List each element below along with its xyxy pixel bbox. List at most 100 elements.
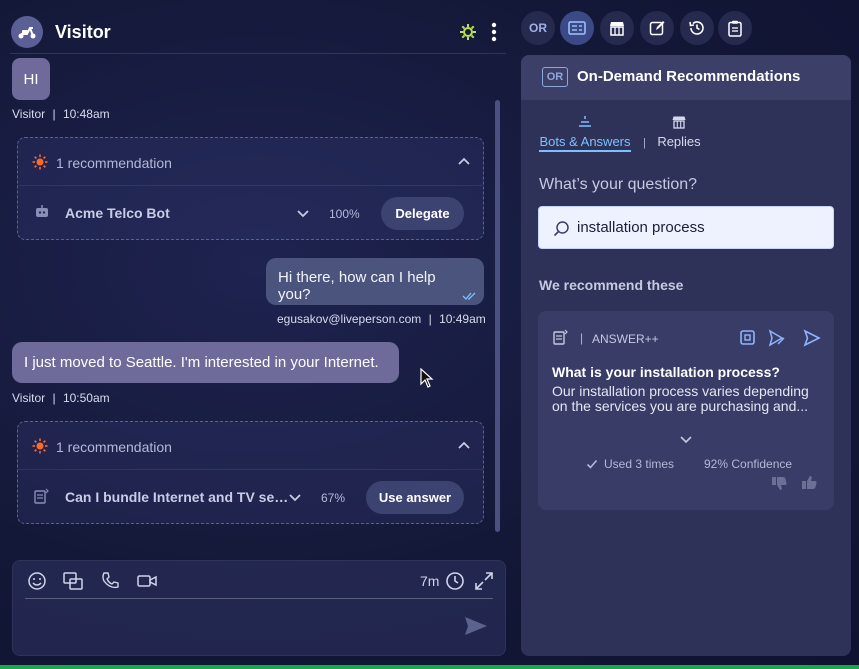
meta-time: 10:50am <box>62 391 110 405</box>
tool-clipboard[interactable] <box>718 11 752 45</box>
meta-separator: | <box>52 391 56 405</box>
tab-label: Replies <box>657 134 701 149</box>
delegate-button[interactable]: Delegate <box>381 197 464 230</box>
clock-icon[interactable] <box>445 571 465 591</box>
recommendation-item: Can I bundle Internet and TV services? 6… <box>18 470 483 525</box>
tool-agent-workspace[interactable] <box>560 11 594 45</box>
answer-body: Our installation process varies dependin… <box>552 384 809 414</box>
composer-divider <box>25 598 493 599</box>
chat-header: Visitor <box>10 14 506 54</box>
send-icon[interactable] <box>463 615 489 637</box>
answer-confidence: 92% Confidence <box>704 457 793 471</box>
answer-icon <box>553 329 568 345</box>
answer-card: | ANSWER++ What is your installation pro… <box>538 311 834 510</box>
recommendation-item-title: Can I bundle Internet and TV services? <box>65 489 291 505</box>
bot-icon <box>36 205 48 217</box>
tool-notes[interactable] <box>640 11 674 45</box>
storefront-icon <box>610 22 624 36</box>
history-icon <box>689 21 704 35</box>
recommendation-count: 1 recommendation <box>56 439 172 455</box>
meta-sender: Visitor <box>12 107 46 121</box>
app-root: Visitor HI Visitor | 10:48am 1 recommend… <box>0 0 859 669</box>
card-icon <box>568 21 586 35</box>
answer-type-separator: | <box>580 331 584 345</box>
status-bar <box>0 665 859 669</box>
search-icon <box>553 221 569 237</box>
check-icon <box>586 459 598 469</box>
chevron-down-icon[interactable] <box>296 206 310 220</box>
message-meta: Visitor | 10:48am <box>12 107 110 121</box>
video-icon[interactable] <box>137 571 157 591</box>
use-answer-button[interactable]: Use answer <box>366 481 464 514</box>
panel-title: On-Demand Recommendations <box>577 68 801 85</box>
meta-sender: egusakov@liveperson.com <box>277 312 422 326</box>
recommend-heading: We recommend these <box>539 277 684 293</box>
thumbs-down-icon[interactable] <box>770 474 788 492</box>
emoji-icon[interactable] <box>27 571 47 591</box>
recommendation-count: 1 recommendation <box>56 155 172 171</box>
clipboard-icon <box>728 20 742 37</box>
more-vertical-icon[interactable] <box>488 22 500 42</box>
tab-separator: | <box>643 137 646 149</box>
or-badge: OR <box>542 67 568 87</box>
tool-replies[interactable] <box>600 11 634 45</box>
message-composer: 7m <box>12 560 506 656</box>
question-label: What’s your question? <box>539 176 698 193</box>
answer-title: What is your installation process? <box>552 364 780 380</box>
gear-icon[interactable] <box>459 23 477 41</box>
tool-history[interactable] <box>680 11 714 45</box>
recommendations-panel: OR On-Demand Recommendations Bots & Answ… <box>521 55 851 656</box>
answer-icon <box>34 488 49 504</box>
stack-icon <box>579 116 591 127</box>
sun-icon <box>32 154 48 170</box>
visitor-message: HI <box>12 58 50 100</box>
thumbs-up-icon[interactable] <box>800 474 818 492</box>
visitor-avatar <box>11 16 43 48</box>
chevron-up-icon[interactable] <box>457 154 471 168</box>
send-icon[interactable] <box>803 329 821 347</box>
cobrowse-icon[interactable] <box>63 571 83 591</box>
message-meta: egusakov@liveperson.com | 10:49am <box>277 312 486 326</box>
conversation-timer: 7m <box>420 573 440 589</box>
meta-time: 10:48am <box>62 107 110 121</box>
or-label: OR <box>529 21 547 35</box>
recommendation-item-title: Acme Telco Bot <box>65 205 170 221</box>
tool-on-demand-recommendations[interactable]: OR <box>521 11 555 45</box>
answer-type: ANSWER++ <box>592 332 659 346</box>
agent-message-text: Hi there, how can I help you? <box>278 269 436 303</box>
edit-icon <box>649 21 665 36</box>
recommendation-confidence: 100% <box>329 207 360 221</box>
meta-separator: | <box>428 312 432 326</box>
recommendation-confidence: 67% <box>321 491 346 505</box>
read-receipt-icon <box>462 292 476 300</box>
tab-replies[interactable]: Replies <box>657 115 701 151</box>
copy-icon[interactable] <box>739 329 757 347</box>
meta-separator: | <box>52 107 56 121</box>
panel-header: OR On-Demand Recommendations <box>521 55 851 100</box>
recommendation-item: Acme Telco Bot 100% Delegate <box>18 186 483 241</box>
visitor-message: I just moved to Seattle. I'm interested … <box>12 342 399 383</box>
recommendation-box: 1 recommendation Can I bundle Internet a… <box>17 421 484 524</box>
chevron-down-icon[interactable] <box>679 432 693 446</box>
search-field[interactable] <box>538 206 834 249</box>
answer-usage: Used 3 times <box>604 457 675 471</box>
meta-time: 10:49am <box>439 312 486 326</box>
chevron-up-icon[interactable] <box>457 438 471 452</box>
expand-icon[interactable] <box>474 571 494 591</box>
recommendation-header[interactable]: 1 recommendation <box>18 138 483 186</box>
chat-pane: Visitor HI Visitor | 10:48am 1 recommend… <box>0 0 512 665</box>
scooter-icon <box>18 27 36 39</box>
edit-send-icon[interactable] <box>768 329 786 347</box>
mouse-cursor-icon <box>420 368 434 388</box>
chat-scrollbar[interactable] <box>495 100 500 532</box>
meta-sender: Visitor <box>12 391 46 405</box>
search-input[interactable] <box>577 207 827 248</box>
chevron-down-icon[interactable] <box>288 490 302 504</box>
storefront-icon <box>672 116 686 129</box>
tab-bots-answers[interactable]: Bots & Answers <box>538 115 632 152</box>
tab-label: Bots & Answers <box>539 134 631 152</box>
phone-icon[interactable] <box>100 571 120 591</box>
recommendation-box: 1 recommendation Acme Telco Bot 100% Del… <box>17 137 484 240</box>
message-meta: Visitor | 10:50am <box>12 391 110 405</box>
recommendation-header[interactable]: 1 recommendation <box>18 422 483 470</box>
